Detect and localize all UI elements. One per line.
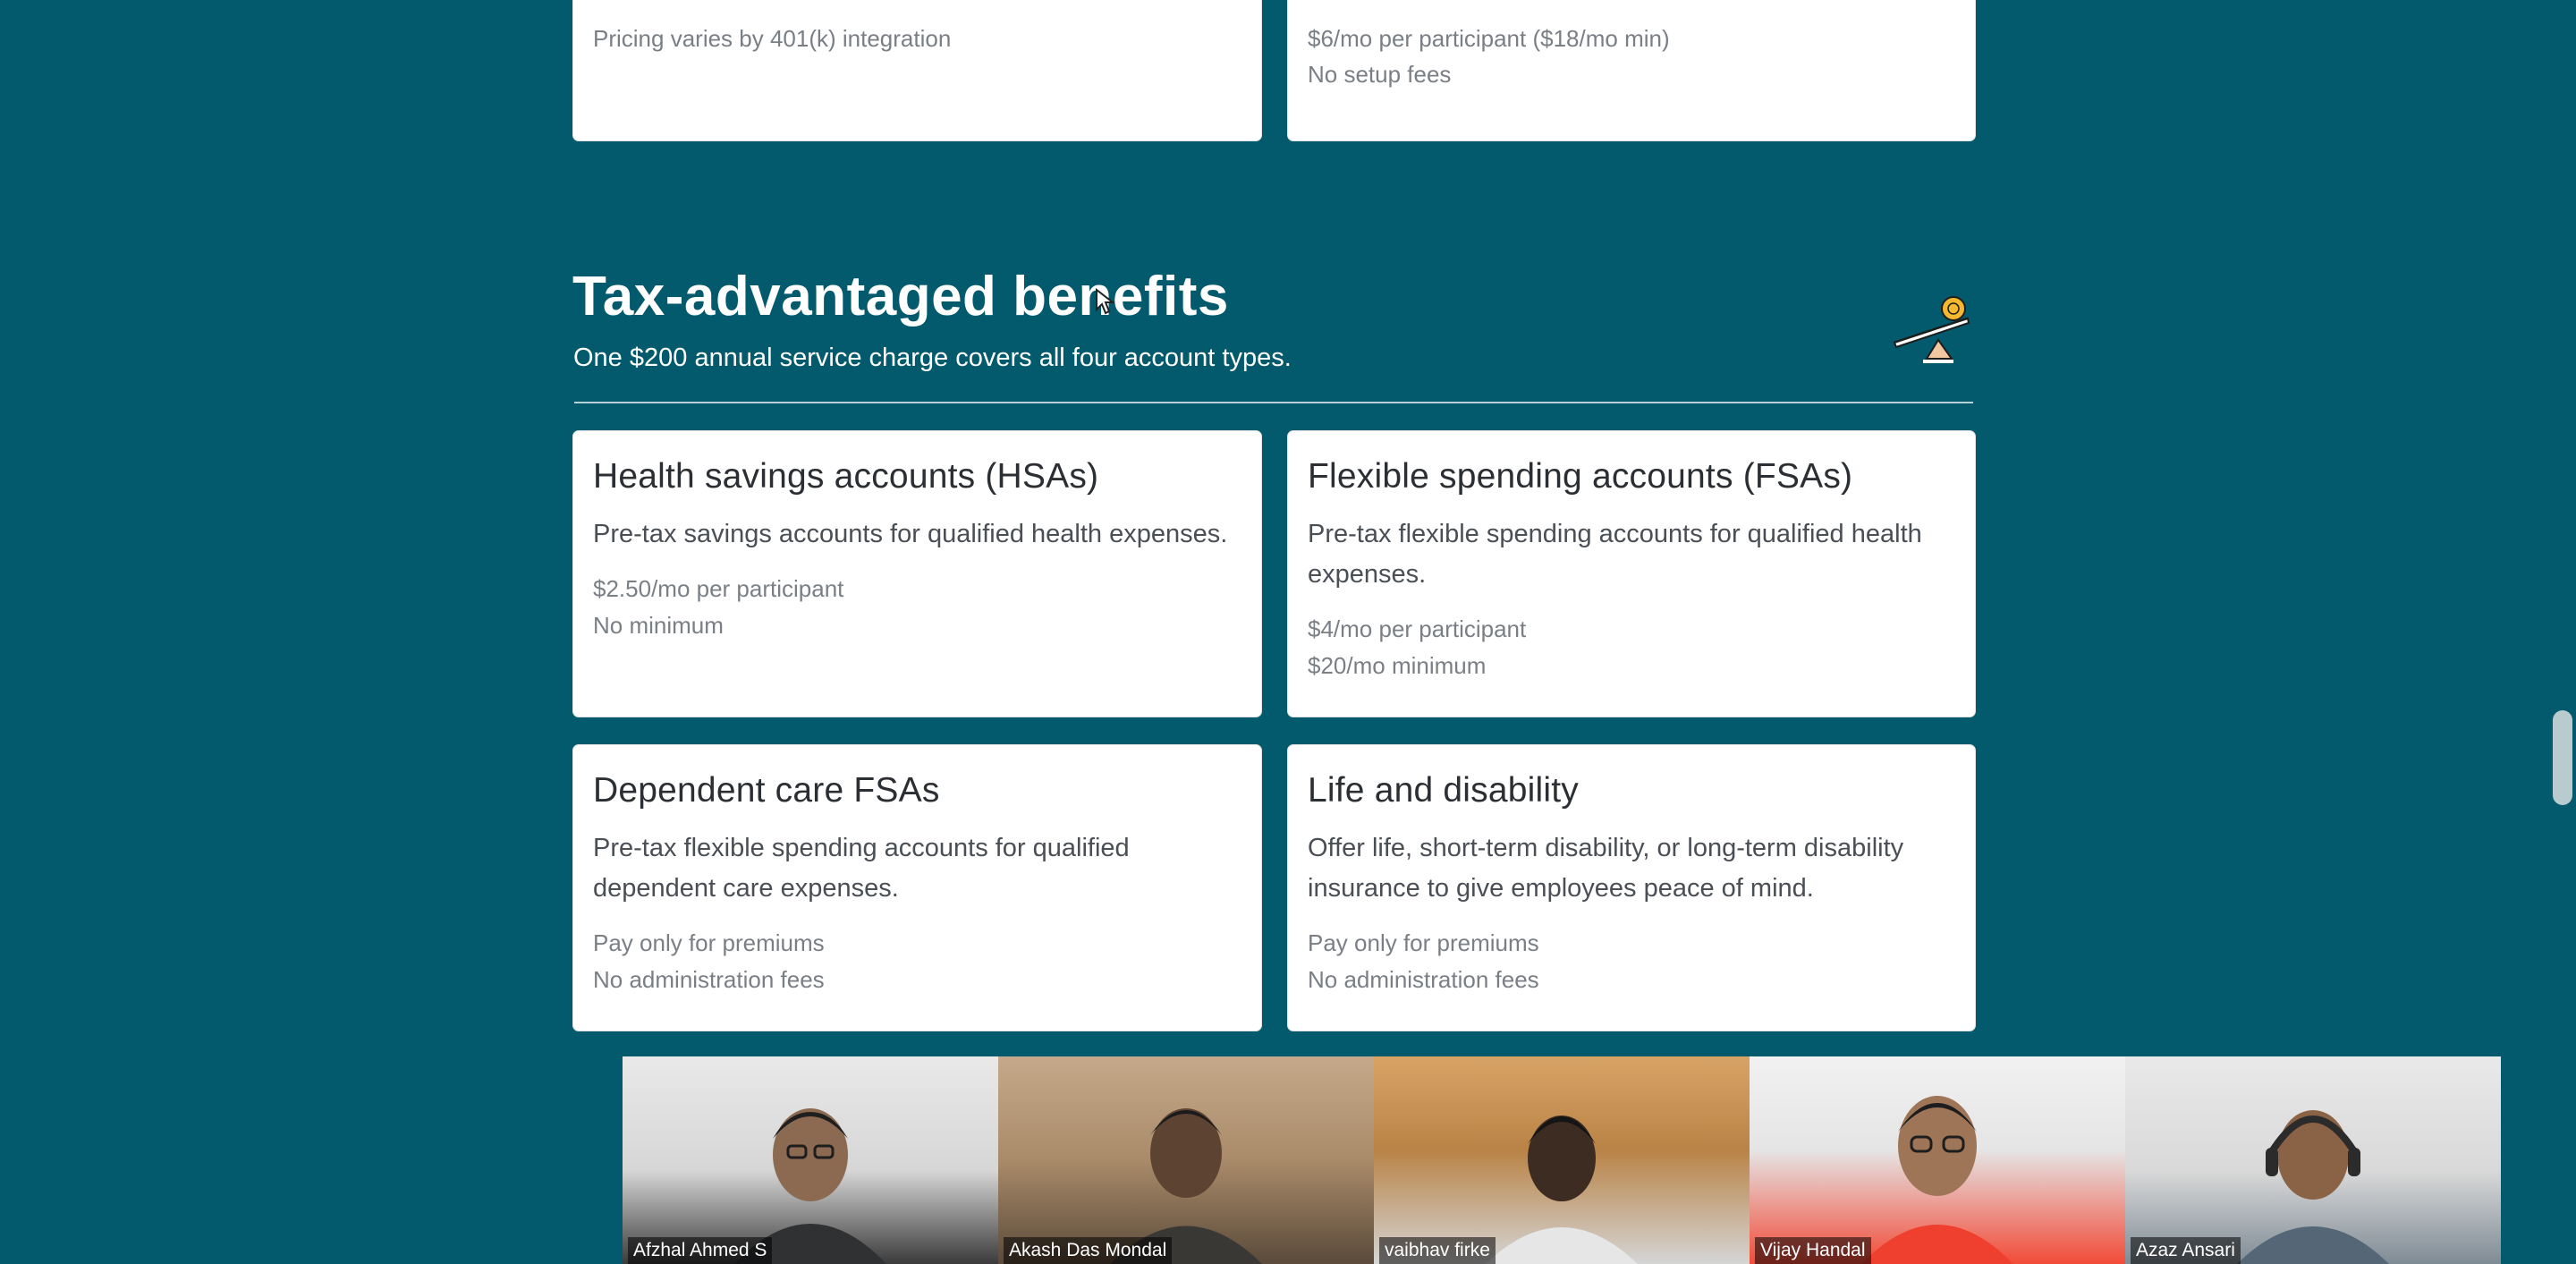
card-price-text: $6/mo per participant ($18/mo min) [1308,25,1670,52]
card-title: Life and disability [1308,771,1579,810]
card-title: Flexible spending accounts (FSAs) [1308,457,1853,496]
participant-avatar-icon [1110,1108,1262,1264]
card-note-text: No minimum [593,611,724,639]
card-note-text: No administration fees [1308,965,1539,993]
participant-avatar-icon [1486,1116,1638,1264]
scrollbar-thumb[interactable] [2553,710,2572,805]
video-tile[interactable]: Vijay Handal [1750,1056,2125,1264]
video-call-strip: Afzhal Ahmed S Akash Das Mondal vaibhav … [623,1056,2501,1264]
video-tile[interactable]: vaibhav firke [1374,1056,1750,1264]
card-price-text: $4/mo per participant [1308,615,1527,642]
participant-name: Afzhal Ahmed S [628,1237,773,1264]
page-scrollbar[interactable] [2549,0,2576,1264]
retirement-card-partial: Pricing varies by 401(k) integration [572,0,1262,141]
participant-name: Azaz Ansari [2131,1237,2241,1264]
mouse-cursor-icon [1095,287,1115,315]
section-divider [574,402,1973,403]
section-subtitle: One $200 annual service charge covers al… [573,344,1292,372]
card-description: Offer life, short-term disability, or lo… [1308,833,1904,903]
hsa-card: Health savings accounts (HSAs) Pre-tax s… [572,430,1262,717]
fsa-card: Flexible spending accounts (FSAs) Pre-ta… [1287,430,1976,717]
participant-avatar-icon [2237,1110,2389,1264]
participant-avatar-icon [734,1108,886,1264]
card-note-text: $20/mo minimum [1308,651,1487,679]
video-tile[interactable]: Akash Das Mondal [998,1056,1374,1264]
balance-scale-coin-icon [1889,293,1975,372]
card-price-text: Pay only for premiums [1308,929,1539,956]
life-disability-card: Life and disability Offer life, short-te… [1287,744,1976,1031]
card-description: Pre-tax savings accounts for qualified h… [593,519,1228,548]
card-description: Pre-tax flexible spending accounts for q… [593,833,1130,903]
participant-name: vaibhav firke [1379,1237,1496,1264]
card-price-text: $2.50/mo per participant [593,574,844,602]
card-description: Pre-tax flexible spending accounts for q… [1308,519,1922,589]
pricing-card-partial: $6/mo per participant ($18/mo min) No se… [1287,0,1976,141]
card-note-text: No administration fees [593,965,825,993]
card-price-text: Pricing varies by 401(k) integration [593,25,952,52]
card-note-text: No setup fees [1308,61,1452,88]
participant-name: Vijay Handal [1755,1237,1871,1264]
participant-avatar-icon [1861,1096,2013,1264]
card-title: Dependent care FSAs [593,771,940,810]
video-tile[interactable]: Afzhal Ahmed S [623,1056,998,1264]
dependent-care-card: Dependent care FSAs Pre-tax flexible spe… [572,744,1262,1031]
video-tile[interactable]: Azaz Ansari [2125,1056,2501,1264]
section-title: Tax-advantaged benefits [572,266,1229,327]
page: Pricing varies by 401(k) integration $6/… [0,0,2576,1264]
card-title: Health savings accounts (HSAs) [593,457,1099,496]
card-price-text: Pay only for premiums [593,929,825,956]
participant-name: Akash Das Mondal [1004,1237,1173,1264]
